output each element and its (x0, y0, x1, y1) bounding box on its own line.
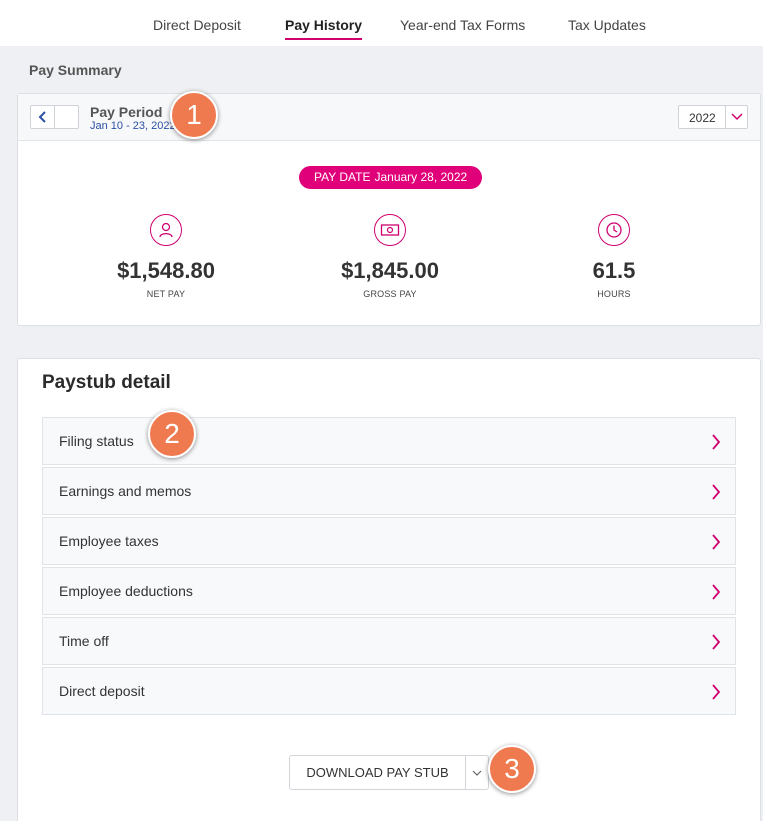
tab-direct-deposit[interactable]: Direct Deposit (153, 17, 241, 33)
detail-row-label: Employee taxes (59, 533, 159, 549)
pay-date-badge: PAY DATE January 28, 2022 (299, 166, 483, 189)
pay-period-bar: Pay Period Jan 10 - 23, 2022 2022 (18, 94, 760, 141)
download-pay-stub-button-group: DOWNLOAD PAY STUB (289, 755, 489, 790)
chevron-right-icon (709, 632, 723, 652)
detail-row-filing-status[interactable]: Filing status (42, 417, 736, 465)
hours-label: HOURS (597, 289, 631, 299)
pay-date-label: PAY DATE (314, 170, 371, 184)
paystub-detail-card: Paystub detail Filing status Earnings an… (17, 358, 761, 821)
callout-marker-2: 2 (148, 410, 196, 458)
detail-row-label: Direct deposit (59, 683, 145, 699)
money-icon (374, 214, 406, 246)
detail-row-earnings-and-memos[interactable]: Earnings and memos (42, 467, 736, 515)
gross-pay-label: GROSS PAY (363, 289, 417, 299)
detail-row-label: Earnings and memos (59, 483, 192, 499)
detail-row-label: Filing status (59, 433, 134, 449)
pay-summary-card: Pay Period Jan 10 - 23, 2022 2022 PAY DA… (17, 93, 761, 326)
callout-marker-3: 3 (488, 745, 536, 793)
chevron-right-icon (709, 682, 723, 702)
detail-row-label: Time off (59, 633, 109, 649)
year-select-value: 2022 (689, 111, 716, 125)
chevron-right-icon (709, 532, 723, 552)
tab-year-end-tax-forms[interactable]: Year-end Tax Forms (400, 17, 525, 33)
gross-pay-value: $1,845.00 (341, 258, 439, 283)
pay-period-title: Pay Period (90, 104, 163, 120)
chevron-right-icon (709, 482, 723, 502)
chevron-right-icon (709, 432, 723, 452)
tab-tax-updates[interactable]: Tax Updates (568, 17, 646, 33)
detail-row-direct-deposit[interactable]: Direct deposit (42, 667, 736, 715)
pay-date-value: January 28, 2022 (374, 170, 468, 184)
net-pay-value: $1,548.80 (117, 258, 215, 283)
year-dropdown-toggle[interactable] (725, 106, 747, 128)
pay-period-range: Jan 10 - 23, 2022 (90, 120, 176, 132)
net-pay-stat: $1,548.80 NET PAY (66, 214, 266, 299)
detail-row-time-off[interactable]: Time off (42, 617, 736, 665)
detail-row-employee-deductions[interactable]: Employee deductions (42, 567, 736, 615)
person-icon (150, 214, 182, 246)
chevron-down-icon (730, 113, 743, 121)
year-select[interactable]: 2022 (678, 105, 748, 129)
net-pay-label: NET PAY (146, 289, 186, 299)
download-options-toggle[interactable] (465, 756, 488, 789)
chevron-down-icon (472, 770, 481, 776)
chevron-left-icon (38, 111, 46, 123)
clock-icon (598, 214, 630, 246)
section-title-pay-summary: Pay Summary (29, 62, 122, 78)
detail-row-label: Employee deductions (59, 583, 193, 599)
next-period-button[interactable] (56, 106, 79, 128)
period-pager (30, 105, 79, 129)
hours-value: 61.5 (592, 258, 636, 283)
callout-marker-1: 1 (170, 91, 218, 139)
tab-pay-history[interactable]: Pay History (285, 17, 363, 40)
paystub-detail-title: Paystub detail (42, 372, 171, 393)
chevron-right-icon (709, 582, 723, 602)
detail-row-employee-taxes[interactable]: Employee taxes (42, 517, 736, 565)
hours-stat: 61.5 HOURS (514, 214, 714, 299)
previous-period-button[interactable] (31, 106, 55, 128)
top-nav: Direct Deposit Pay History Year-end Tax … (0, 0, 763, 46)
download-pay-stub-button[interactable]: DOWNLOAD PAY STUB (290, 756, 466, 789)
gross-pay-stat: $1,845.00 GROSS PAY (290, 214, 490, 299)
